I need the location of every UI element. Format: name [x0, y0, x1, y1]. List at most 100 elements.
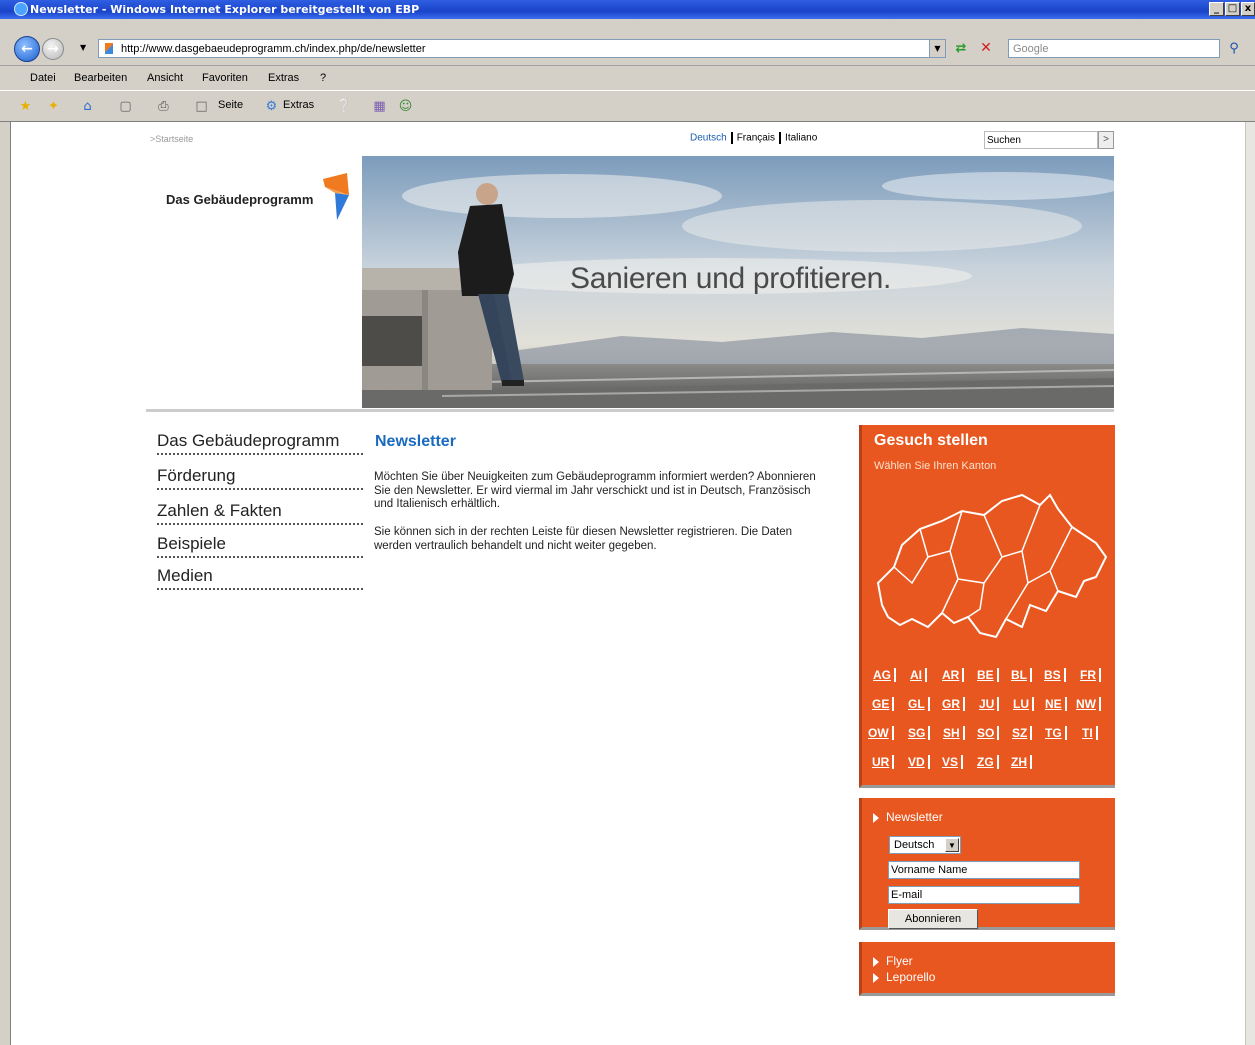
close-button[interactable]: x [1241, 2, 1255, 16]
lang-separator [730, 132, 733, 144]
feeds-icon[interactable]: ▢ [118, 99, 133, 114]
kanton-vs[interactable]: VS [942, 755, 964, 769]
kanton-so[interactable]: SO [977, 726, 1000, 740]
kanton-zg[interactable]: ZG [977, 755, 999, 769]
breadcrumb[interactable]: >Startseite [150, 134, 193, 144]
site-search-button[interactable]: > [1098, 131, 1114, 149]
print-icon[interactable]: ⎙ [156, 99, 171, 114]
menu-bar: Datei Bearbeiten Ansicht Favoriten Extra… [0, 66, 1255, 91]
kanton-bs[interactable]: BS [1044, 668, 1066, 682]
add-favorite-icon[interactable]: ✦ [46, 99, 61, 114]
menu-favoriten[interactable]: Favoriten [202, 72, 248, 84]
newsletter-language-select[interactable]: Deutsch ▼ [889, 836, 961, 854]
nav-zahlen-fakten[interactable]: Zahlen & Fakten [157, 501, 363, 525]
stop-icon[interactable]: ✕ [977, 39, 995, 58]
kanton-sz[interactable]: SZ [1012, 726, 1033, 740]
chevron-down-icon[interactable]: ▼ [945, 838, 959, 852]
logo-mark-icon [323, 173, 349, 220]
newsletter-language-value: Deutsch [894, 839, 935, 851]
window-title-bar: Newsletter - Windows Internet Explorer b… [0, 0, 1255, 19]
menu-ansicht[interactable]: Ansicht [147, 72, 183, 84]
content-paragraph-2: Sie können sich in der rechten Leiste fü… [374, 526, 793, 552]
address-url: http://www.dasgebaeudeprogramm.ch/index.… [121, 43, 426, 55]
extras-menu[interactable]: Extras [283, 99, 314, 111]
google-search-input[interactable]: Google [1008, 39, 1220, 58]
site-search-input[interactable]: Suchen [984, 131, 1098, 149]
kanton-gr[interactable]: GR [942, 697, 965, 711]
refresh-icon[interactable]: ⇄ [952, 39, 970, 58]
lang-deutsch[interactable]: Deutsch [690, 133, 727, 144]
history-dropdown-icon[interactable]: ▼ [80, 43, 86, 52]
command-toolbar: ★ ✦ ⌂ ▢ ⎙ □ Seite ⚙ Extras ❔ ▦ ☺ [0, 91, 1255, 122]
newsletter-box-title: Newsletter [886, 810, 943, 824]
kanton-ju[interactable]: JU [979, 697, 1000, 711]
menu-extras[interactable]: Extras [268, 72, 299, 84]
kanton-zh[interactable]: ZH [1011, 755, 1032, 769]
forward-arrow-icon: → [47, 41, 59, 57]
kanton-ur[interactable]: UR [872, 755, 895, 769]
newsletter-link[interactable]: Newsletter [873, 810, 943, 824]
kanton-ai[interactable]: AI [910, 668, 927, 682]
address-input[interactable]: http://www.dasgebaeudeprogramm.ch/index.… [98, 39, 946, 58]
minimize-button[interactable]: _ [1209, 2, 1224, 16]
hero-headline: Sanieren und profitieren. [570, 262, 892, 295]
kanton-ar[interactable]: AR [942, 668, 965, 682]
leporello-link[interactable]: Leporello [873, 970, 935, 984]
search-icon[interactable]: ⚲ [1223, 39, 1245, 58]
header-divider [146, 409, 1114, 412]
back-button[interactable]: ← [14, 36, 40, 62]
content-title: Newsletter [375, 433, 456, 450]
nav-medien[interactable]: Medien [157, 566, 363, 590]
nav-beispiele[interactable]: Beispiele [157, 534, 363, 558]
research-icon[interactable]: ▦ [372, 99, 387, 114]
kanton-sh[interactable]: SH [943, 726, 965, 740]
lang-francais[interactable]: Français [737, 133, 775, 144]
kanton-ge[interactable]: GE [872, 697, 895, 711]
gesuch-title: Gesuch stellen [874, 432, 988, 449]
kanton-nw[interactable]: NW [1076, 697, 1101, 711]
maximize-button[interactable]: □ [1225, 2, 1240, 16]
content-paragraph-1: Möchten Sie über Neuigkeiten zum Gebäude… [374, 471, 816, 510]
kanton-be[interactable]: BE [977, 668, 999, 682]
arrow-bullet-icon [873, 956, 879, 967]
kanton-ag[interactable]: AG [873, 668, 896, 682]
home-icon[interactable]: ⌂ [80, 99, 95, 114]
kanton-lu[interactable]: LU [1013, 697, 1034, 711]
lang-italiano[interactable]: Italiano [785, 133, 817, 144]
flyer-link[interactable]: Flyer [873, 954, 913, 968]
leporello-label: Leporello [886, 970, 936, 984]
lang-separator [779, 132, 782, 144]
page-icon: □ [195, 99, 208, 114]
nav-foerderung[interactable]: Förderung [157, 466, 363, 490]
menu-help[interactable]: ? [320, 72, 326, 84]
kanton-fr[interactable]: FR [1080, 668, 1101, 682]
subscribe-button[interactable]: Abonnieren [888, 909, 978, 929]
email-field[interactable]: E-mail [888, 886, 1080, 904]
favorites-star-icon[interactable]: ★ [18, 99, 33, 114]
kanton-bl[interactable]: BL [1011, 668, 1032, 682]
kanton-gl[interactable]: GL [908, 697, 930, 711]
messenger-icon[interactable]: ☺ [398, 99, 413, 114]
menu-datei[interactable]: Datei [30, 72, 56, 84]
kanton-tg[interactable]: TG [1045, 726, 1067, 740]
back-arrow-icon: ← [21, 41, 33, 57]
name-field[interactable]: Vorname Name [888, 861, 1080, 879]
switzerland-map[interactable] [872, 487, 1110, 645]
page-menu[interactable]: Seite [218, 99, 243, 111]
language-switcher: Deutsch Français Italiano [690, 132, 817, 144]
menu-bearbeiten[interactable]: Bearbeiten [74, 72, 127, 84]
help-icon[interactable]: ❔ [336, 99, 352, 114]
kanton-sg[interactable]: SG [908, 726, 931, 740]
vertical-scrollbar[interactable] [1245, 122, 1255, 1045]
arrow-bullet-icon [873, 972, 879, 983]
extras-gear-icon: ⚙ [265, 99, 278, 114]
nav-gebaeudeprogramm[interactable]: Das Gebäudeprogramm [157, 431, 363, 455]
kanton-vd[interactable]: VD [908, 755, 930, 769]
address-dropdown-icon[interactable]: ▼ [929, 39, 946, 58]
kanton-ow[interactable]: OW [868, 726, 894, 740]
kanton-ti[interactable]: TI [1082, 726, 1098, 740]
site-logo-text[interactable]: Das Gebäudeprogramm [166, 192, 313, 207]
window-title: Newsletter - Windows Internet Explorer b… [30, 3, 420, 16]
kanton-ne[interactable]: NE [1045, 697, 1067, 711]
forward-button[interactable]: → [42, 38, 64, 60]
